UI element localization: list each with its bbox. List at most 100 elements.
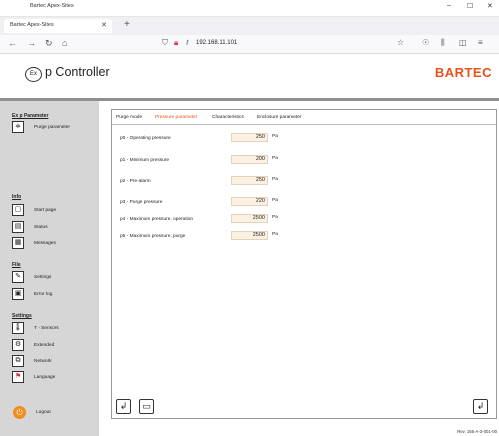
sidebar-item-label: Settings bbox=[34, 275, 52, 280]
sidebar-item-label: Messages bbox=[34, 241, 56, 246]
tab-characteristics[interactable]: Characteristics bbox=[212, 115, 244, 120]
param-unit: Pa bbox=[272, 198, 278, 203]
home-icon[interactable]: ⌂ bbox=[62, 38, 67, 48]
parameter-tabs: Purge mode Pressure parameter Characteri… bbox=[112, 110, 496, 125]
main-content: Purge mode Pressure parameter Characteri… bbox=[99, 101, 499, 436]
param-row-p3: p3 - Purge pressure 220 Pa bbox=[120, 197, 310, 207]
sidebar-item-messages[interactable]: ▦ Messages bbox=[12, 237, 96, 251]
param-row-p5: p5 - Maximum pressure, purge 2500 Pa bbox=[120, 231, 310, 241]
sidebar-toggle-icon[interactable]: ◫ bbox=[459, 38, 467, 47]
sidebar-item-settings[interactable]: ✎ Settings bbox=[12, 271, 96, 285]
param-label: p4 - Maximum pressure, operation bbox=[120, 217, 194, 222]
network-icon: ⧉ bbox=[12, 355, 24, 367]
app-header: Ex p Controller BARTEC bbox=[0, 54, 499, 101]
param-unit: Pa bbox=[272, 134, 278, 139]
sidebar-item-label: T - Sensors bbox=[34, 326, 59, 331]
minimize-button[interactable]: – bbox=[447, 2, 451, 9]
bartec-logo: BARTEC bbox=[434, 65, 492, 80]
close-tab-icon[interactable]: ✕ bbox=[101, 21, 107, 29]
window-title-bar: Bartec Apex-Sites – ☐ ✕ bbox=[0, 0, 499, 17]
sidebar-item-network[interactable]: ⧉ Network bbox=[12, 355, 96, 369]
sidebar-item-extended[interactable]: ⚙ Extended bbox=[12, 339, 96, 353]
messages-icon: ▦ bbox=[12, 237, 24, 249]
logout-icon[interactable]: ⏻ bbox=[13, 406, 26, 419]
browser-tab[interactable]: Bartec Apex-Sites ✕ bbox=[4, 19, 112, 33]
error-log-icon: ▣ bbox=[12, 288, 24, 300]
sidebar: Ex p Parameter ≑ Purge parameter Info ▢ … bbox=[0, 101, 99, 436]
settings-icon: ✎ bbox=[12, 271, 24, 283]
logout-label[interactable]: Logout bbox=[36, 410, 51, 415]
status-icon: ▤ bbox=[12, 221, 24, 233]
tab-purge-mode[interactable]: Purge mode bbox=[116, 115, 142, 120]
pocket-icon[interactable]: ☉ bbox=[422, 38, 429, 47]
param-label: p2 - Pre-alarm bbox=[120, 179, 151, 184]
section-file: File bbox=[12, 262, 21, 268]
sidebar-item-label: Language bbox=[34, 375, 56, 380]
sidebar-item-label: Start page bbox=[34, 208, 57, 213]
sidebar-item-label: Network bbox=[34, 359, 52, 364]
sidebar-item-language[interactable]: ⚑ Language bbox=[12, 371, 96, 385]
param-label: p3 - Purge pressure bbox=[120, 200, 163, 205]
reload-icon[interactable]: ↻ bbox=[45, 38, 53, 49]
browser-nav-bar: ← → ↻ ⌂ ⛉ 🔒︎ ⚷ 192.168.11.101 ☆ ☉ ⫼ ◫ ≡ bbox=[0, 35, 499, 54]
param-row-p4: p4 - Maximum pressure, operation 2500 Pa bbox=[120, 214, 310, 224]
window-title: Bartec Apex-Sites bbox=[30, 3, 74, 9]
new-tab-button[interactable]: + bbox=[124, 19, 130, 30]
param-row-p0: p0 - Operating pressure 250 Pa bbox=[120, 133, 310, 143]
sidebar-item-error-log[interactable]: ▣ Error log bbox=[12, 288, 96, 302]
param-row-p2: p2 - Pre-alarm 250 Pa bbox=[120, 176, 310, 186]
key-icon[interactable]: ⚷ bbox=[185, 39, 189, 46]
sidebar-item-start-page[interactable]: ▢ Start page bbox=[12, 204, 96, 218]
minimum-pressure-input[interactable]: 200 bbox=[231, 155, 268, 164]
section-ex-p-parameter[interactable]: Ex p Parameter bbox=[12, 113, 48, 119]
enter-button-icon[interactable]: ↲ bbox=[473, 399, 488, 414]
section-settings: Settings bbox=[12, 313, 32, 319]
max-pressure-operation-input[interactable]: 2500 bbox=[231, 214, 268, 223]
max-pressure-purge-input[interactable]: 2500 bbox=[231, 231, 268, 240]
sidebar-item-label: Extended bbox=[34, 343, 55, 348]
browser-tab-title: Bartec Apex-Sites bbox=[10, 22, 54, 28]
shield-icon[interactable]: ⛉ bbox=[162, 38, 168, 48]
tab-enclosure-parameter[interactable]: Enclosure parameter bbox=[257, 115, 302, 120]
library-icon[interactable]: ⫼ bbox=[441, 38, 445, 48]
param-unit: Pa bbox=[272, 215, 278, 220]
param-label: p1 - Minimum pressure bbox=[120, 158, 170, 163]
gear-icon: ⚙ bbox=[12, 339, 24, 351]
app-title: p Controller bbox=[45, 65, 110, 79]
thermometer-icon: 🌡 bbox=[12, 322, 24, 334]
sidebar-item-status[interactable]: ▤ Status bbox=[12, 221, 96, 235]
browser-tab-strip: Bartec Apex-Sites ✕ + bbox=[0, 17, 499, 35]
sidebar-item-purge-parameter[interactable]: ≑ Purge parameter bbox=[12, 121, 96, 135]
param-row-p1: p1 - Minimum pressure 200 Pa bbox=[120, 155, 310, 165]
forward-icon[interactable]: → bbox=[27, 38, 36, 48]
operating-pressure-input[interactable]: 250 bbox=[231, 133, 268, 142]
ex-logo-icon: Ex bbox=[25, 67, 42, 82]
flag-icon: ⚑ bbox=[12, 371, 24, 383]
param-unit: Pa bbox=[272, 156, 278, 161]
start-page-icon: ▢ bbox=[12, 204, 24, 216]
sidebar-item-label: Error log bbox=[34, 292, 53, 297]
purge-parameter-icon: ≑ bbox=[12, 121, 24, 133]
param-label: p5 - Maximum pressure, purge bbox=[120, 234, 186, 239]
sidebar-item-t-sensors[interactable]: 🌡 T - Sensors bbox=[12, 322, 96, 336]
sidebar-item-label: Status bbox=[34, 225, 48, 230]
lock-warning-icon[interactable]: 🔒︎ bbox=[174, 38, 178, 48]
param-label: p0 - Operating pressure bbox=[120, 136, 171, 141]
param-unit: Pa bbox=[272, 232, 278, 237]
url-bar[interactable]: ⛉ 🔒︎ ⚷ 192.168.11.101 ☆ bbox=[160, 38, 406, 50]
window-button-icon[interactable]: ▭ bbox=[139, 399, 154, 414]
close-window-button[interactable]: ✕ bbox=[487, 2, 493, 10]
back-button-icon[interactable]: ↲ bbox=[116, 399, 131, 414]
parameter-panel: Purge mode Pressure parameter Characteri… bbox=[111, 109, 497, 419]
param-unit: Pa bbox=[272, 177, 278, 182]
pre-alarm-input[interactable]: 250 bbox=[231, 176, 268, 185]
url-text[interactable]: 192.168.11.101 bbox=[196, 40, 237, 46]
sidebar-item-label: Purge parameter bbox=[34, 125, 70, 130]
purge-pressure-input[interactable]: 220 bbox=[231, 197, 268, 206]
maximize-button[interactable]: ☐ bbox=[467, 2, 473, 10]
back-icon[interactable]: ← bbox=[8, 38, 17, 48]
menu-icon[interactable]: ≡ bbox=[478, 38, 483, 47]
tab-pressure-parameter[interactable]: Pressure parameter bbox=[155, 115, 197, 120]
bookmark-star-icon[interactable]: ☆ bbox=[397, 38, 404, 47]
revision-label: Rev. 155-A-3-001-00 bbox=[457, 429, 497, 434]
